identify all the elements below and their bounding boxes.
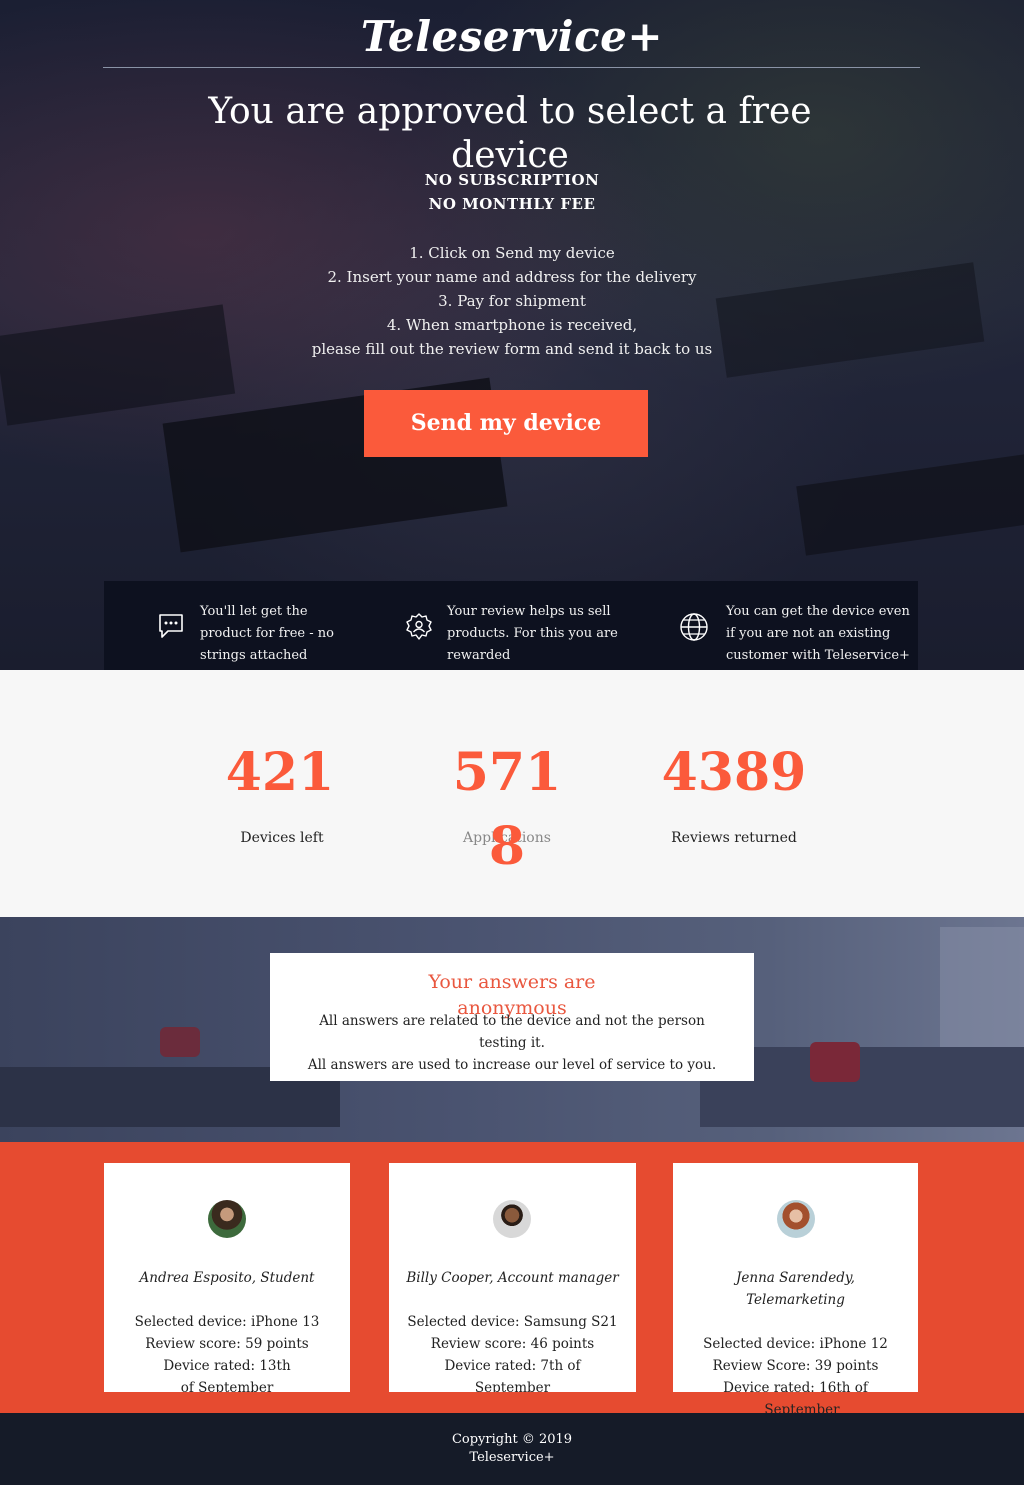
avatar (777, 1200, 815, 1238)
brand-logo[interactable]: Teleservice+ (0, 12, 1024, 61)
stat-devices-left-label: Devices left (240, 830, 324, 846)
hero-headline: You are approved to select a free device (208, 91, 812, 176)
testimonial-detail: Review score: 46 points (430, 1336, 595, 1352)
footer-brand: Teleservice+ (469, 1450, 555, 1465)
feature-text: Your review helps us sell (447, 604, 611, 619)
testimonial-detail: Review Score: 39 points (712, 1358, 879, 1374)
step-item: 2. Insert your name and address for the … (327, 268, 697, 286)
header-divider (103, 67, 920, 68)
feature-text: You can get the device even (726, 604, 910, 619)
stat-applications-value: 5718 (452, 742, 562, 877)
tagline-no-monthly-fee: NO MONTHLY FEE (428, 195, 596, 213)
gear-user-icon (406, 613, 432, 640)
testimonial-detail: Selected device: Samsung S21 (407, 1314, 618, 1330)
hero-section: Teleservice+ You are approved to select … (0, 0, 1024, 670)
globe-icon (680, 613, 708, 641)
feature-text: product for free - no (200, 626, 334, 641)
testimonial-name: Billy Cooper, Account manager (406, 1270, 619, 1286)
feature-text: customer with Teleservice+ (726, 648, 910, 663)
background-chair-shape (160, 1027, 200, 1057)
anonymous-line: All answers are related to the device an… (319, 1013, 705, 1029)
testimonial-detail: September (474, 1380, 551, 1392)
stat-devices-left-value: 421 (225, 742, 335, 803)
avatar (208, 1200, 246, 1238)
feature-text: if you are not an existing (726, 626, 891, 641)
anonymous-section: Your answers are anonymous All answers a… (0, 917, 1024, 1142)
step-item: please fill out the review form and send… (311, 340, 713, 358)
tagline-no-subscription: NO SUBSCRIPTION (424, 171, 600, 189)
anonymous-line: testing it. (479, 1035, 545, 1051)
testimonial-name: Andrea Esposito, Student (139, 1270, 315, 1286)
feature-text: You'll let get the (200, 604, 308, 619)
anonymous-text: All answers are related to the device an… (270, 1010, 754, 1076)
testimonial-card: Jenna Sarendedy, Telemarketing Selected … (673, 1163, 918, 1396)
testimonial-card: Andrea Esposito, Student Selected device… (104, 1163, 350, 1392)
testimonial-detail: Review score: 59 points (145, 1336, 309, 1352)
testimonial-detail: Device rated: 7th of (444, 1358, 581, 1374)
stat-reviews-label: Reviews returned (671, 830, 797, 846)
testimonial-card: Billy Cooper, Account manager Selected d… (389, 1163, 636, 1392)
testimonial-detail: of September (180, 1380, 274, 1392)
testimonial-detail-overflow: September (764, 1402, 840, 1413)
background-chair-shape (810, 1042, 860, 1082)
feature-text: strings attached (200, 648, 308, 663)
stats-section: 421 Devices left Applications 5718 4389 … (0, 670, 1024, 917)
steps-list: 1. Click on Send my device 2. Insert you… (0, 241, 1024, 361)
hero-background-shape (796, 454, 1024, 556)
features-bar: You'll let get the product for free - no… (104, 581, 918, 670)
background-window-shape (940, 927, 1024, 1047)
anonymous-line: All answers are used to increase our lev… (307, 1057, 717, 1073)
copyright-text: Copyright © 2019 (451, 1432, 573, 1447)
testimonial-detail: Device rated: 16th of (723, 1380, 868, 1396)
avatar (493, 1200, 531, 1238)
footer: Copyright © 2019 Teleservice+ (0, 1413, 1024, 1485)
chat-bubble-icon (159, 614, 183, 638)
testimonials-section: Andrea Esposito, Student Selected device… (0, 1142, 1024, 1413)
feature-text: rewarded (447, 648, 511, 663)
testimonial-detail: Device rated: 13th (163, 1358, 291, 1374)
step-item: 1. Click on Send my device (409, 244, 615, 262)
feature-text: products. For this you are (447, 626, 618, 641)
anonymous-info-card: Your answers are anonymous All answers a… (270, 953, 754, 1081)
testimonial-name: Jenna Sarendedy, Telemarketing (736, 1270, 855, 1308)
stat-reviews-value: 4389 (661, 742, 807, 803)
send-my-device-button[interactable]: Send my device (364, 390, 648, 457)
testimonial-detail: Selected device: iPhone 12 (703, 1336, 888, 1352)
testimonial-detail: Selected device: iPhone 13 (134, 1314, 320, 1330)
step-item: 3. Pay for shipment (438, 292, 586, 310)
step-item: 4. When smartphone is received, (386, 316, 638, 334)
